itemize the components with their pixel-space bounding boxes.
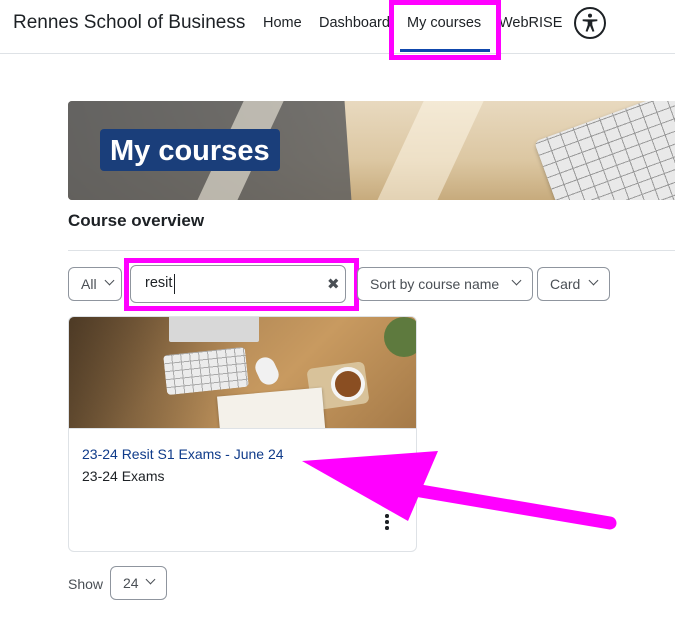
- divider: [68, 250, 675, 251]
- chevron-down-icon: [588, 275, 599, 286]
- annotation-arrow: [302, 451, 617, 530]
- chevron-down-icon: [145, 574, 156, 585]
- chevron-down-icon: [511, 275, 522, 286]
- per-page-value: 24: [123, 575, 139, 591]
- grouping-dropdown[interactable]: All: [68, 267, 122, 301]
- show-label: Show: [68, 576, 104, 592]
- sort-dropdown[interactable]: Sort by course name: [357, 267, 533, 301]
- per-page-dropdown[interactable]: 24: [110, 566, 167, 600]
- nav-home[interactable]: Home: [263, 15, 302, 31]
- top-navbar: Rennes School of Business Home Dashboard…: [0, 0, 675, 54]
- accessibility-button[interactable]: [574, 7, 606, 39]
- page-title: My courses: [100, 129, 280, 171]
- section-title: Course overview: [68, 211, 205, 230]
- grouping-label: All: [81, 276, 97, 292]
- annotation-highlight-my-courses: [389, 0, 501, 60]
- sort-label: Sort by course name: [370, 276, 500, 292]
- accessibility-icon: [582, 13, 598, 32]
- view-dropdown[interactable]: Card: [537, 267, 610, 301]
- course-name-link[interactable]: 23-24 Resit S1 Exams - June 24: [82, 446, 284, 462]
- course-category: 23-24 Exams: [82, 468, 165, 484]
- nav-dashboard[interactable]: Dashboard: [319, 15, 390, 31]
- nav-webrise[interactable]: WebRISE: [499, 15, 562, 31]
- chevron-down-icon: [104, 275, 115, 286]
- annotation-highlight-search: [124, 258, 359, 311]
- view-label: Card: [550, 276, 581, 292]
- course-image[interactable]: [69, 317, 416, 428]
- site-brand[interactable]: Rennes School of Business: [13, 12, 245, 34]
